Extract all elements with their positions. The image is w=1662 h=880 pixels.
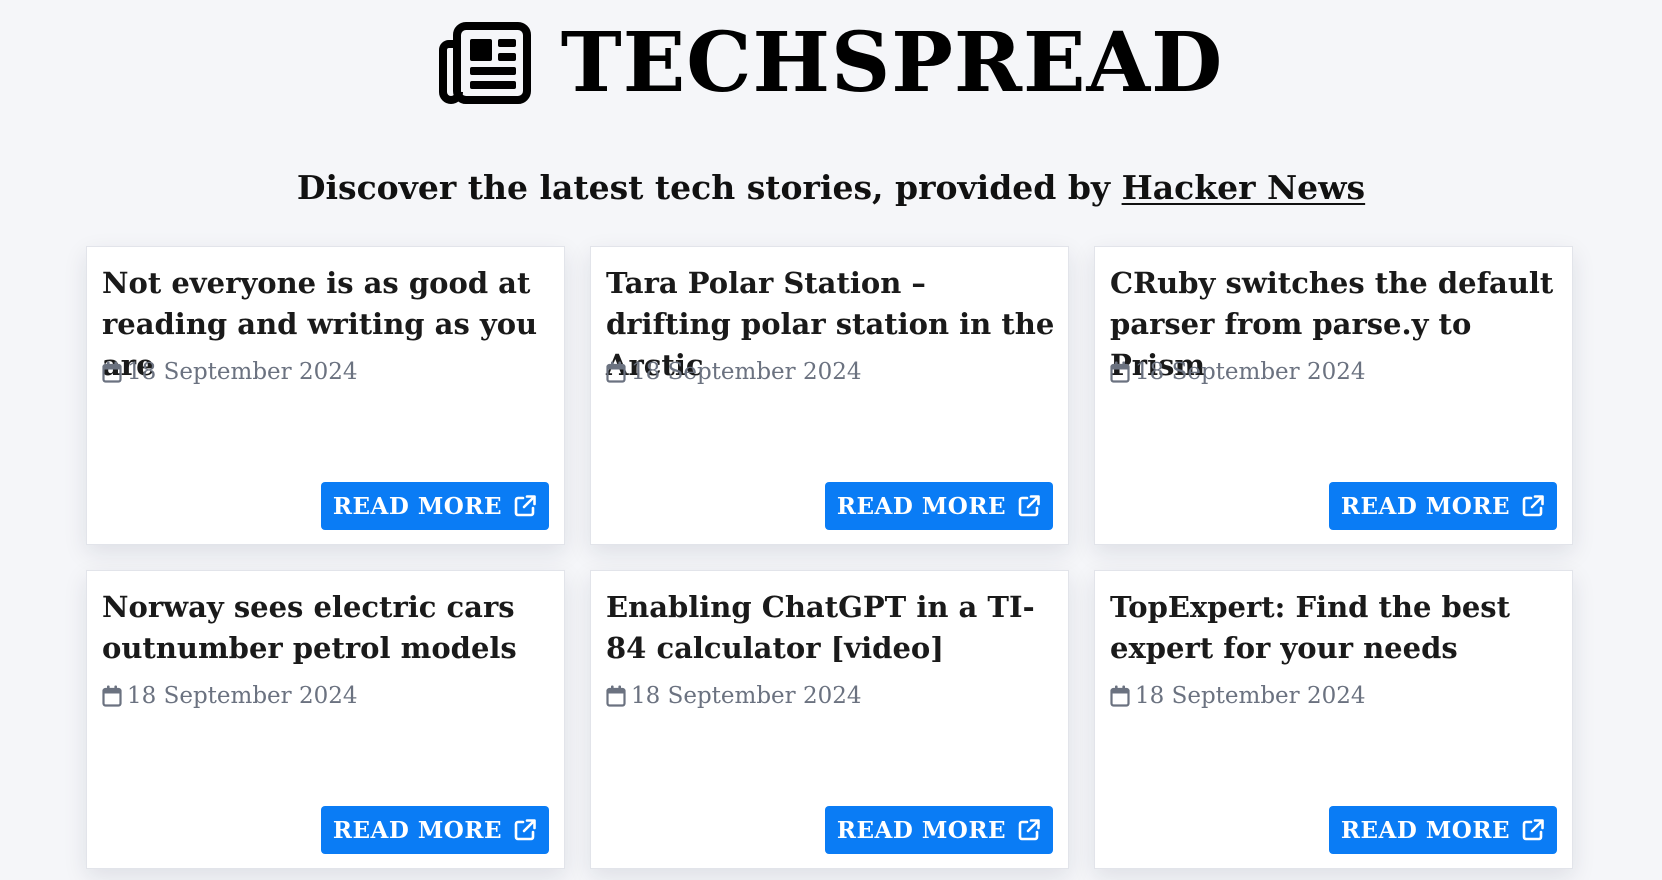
article-date: 18 September 2024 <box>606 683 862 709</box>
article-card: Not everyone is as good at reading and w… <box>86 246 565 545</box>
read-more-button[interactable]: READ MORE <box>1328 806 1557 854</box>
page: TECHSPREAD Discover the latest tech stor… <box>0 0 1662 880</box>
article-date: 18 September 2024 <box>1110 683 1366 709</box>
article-title[interactable]: TopExpert: Find the best expert for your… <box>1110 587 1560 669</box>
article-date: 18 September 2024 <box>1110 359 1366 385</box>
read-more-label: READ MORE <box>836 816 1006 844</box>
article-date-text: 18 September 2024 <box>1135 683 1366 709</box>
article-card: Norway sees electric cars outnumber petr… <box>86 570 565 869</box>
newspaper-icon <box>438 22 531 104</box>
calendar-icon <box>102 685 122 707</box>
article-date-text: 18 September 2024 <box>127 683 358 709</box>
calendar-icon <box>1110 361 1130 383</box>
article-date: 18 September 2024 <box>606 359 862 385</box>
article-date-text: 18 September 2024 <box>631 683 862 709</box>
article-date-text: 18 September 2024 <box>1135 359 1366 385</box>
article-date: 18 September 2024 <box>102 359 358 385</box>
site-title: TECHSPREAD <box>560 15 1224 111</box>
read-more-button[interactable]: READ MORE <box>824 482 1053 530</box>
read-more-button[interactable]: READ MORE <box>320 482 549 530</box>
external-link-icon <box>513 818 537 842</box>
article-date-text: 18 September 2024 <box>127 359 358 385</box>
external-link-icon <box>1521 818 1545 842</box>
brand[interactable]: TECHSPREAD <box>438 15 1224 111</box>
read-more-label: READ MORE <box>332 816 502 844</box>
hacker-news-link[interactable]: Hacker News <box>1122 168 1366 207</box>
article-date-text: 18 September 2024 <box>631 359 862 385</box>
read-more-label: READ MORE <box>332 492 502 520</box>
calendar-icon <box>1110 685 1130 707</box>
calendar-icon <box>102 361 122 383</box>
external-link-icon <box>1521 494 1545 518</box>
article-card: TopExpert: Find the best expert for your… <box>1094 570 1573 869</box>
tagline: Discover the latest tech stories, provid… <box>0 168 1662 208</box>
read-more-label: READ MORE <box>1340 492 1510 520</box>
read-more-label: READ MORE <box>836 492 1006 520</box>
read-more-button[interactable]: READ MORE <box>1328 482 1557 530</box>
article-title[interactable]: Enabling ChatGPT in a TI-84 calculator [… <box>606 587 1056 669</box>
article-grid: Not everyone is as good at reading and w… <box>86 246 1576 869</box>
site-header: TECHSPREAD <box>0 8 1662 118</box>
external-link-icon <box>1017 494 1041 518</box>
article-card: Tara Polar Station – drifting polar stat… <box>590 246 1069 545</box>
calendar-icon <box>606 685 626 707</box>
read-more-button[interactable]: READ MORE <box>320 806 549 854</box>
read-more-label: READ MORE <box>1340 816 1510 844</box>
article-date: 18 September 2024 <box>102 683 358 709</box>
article-card: Enabling ChatGPT in a TI-84 calculator [… <box>590 570 1069 869</box>
external-link-icon <box>1017 818 1041 842</box>
article-title[interactable]: Norway sees electric cars outnumber petr… <box>102 587 552 669</box>
external-link-icon <box>513 494 537 518</box>
read-more-button[interactable]: READ MORE <box>824 806 1053 854</box>
calendar-icon <box>606 361 626 383</box>
tagline-text: Discover the latest tech stories, provid… <box>296 168 1122 207</box>
article-card: CRuby switches the default parser from p… <box>1094 246 1573 545</box>
